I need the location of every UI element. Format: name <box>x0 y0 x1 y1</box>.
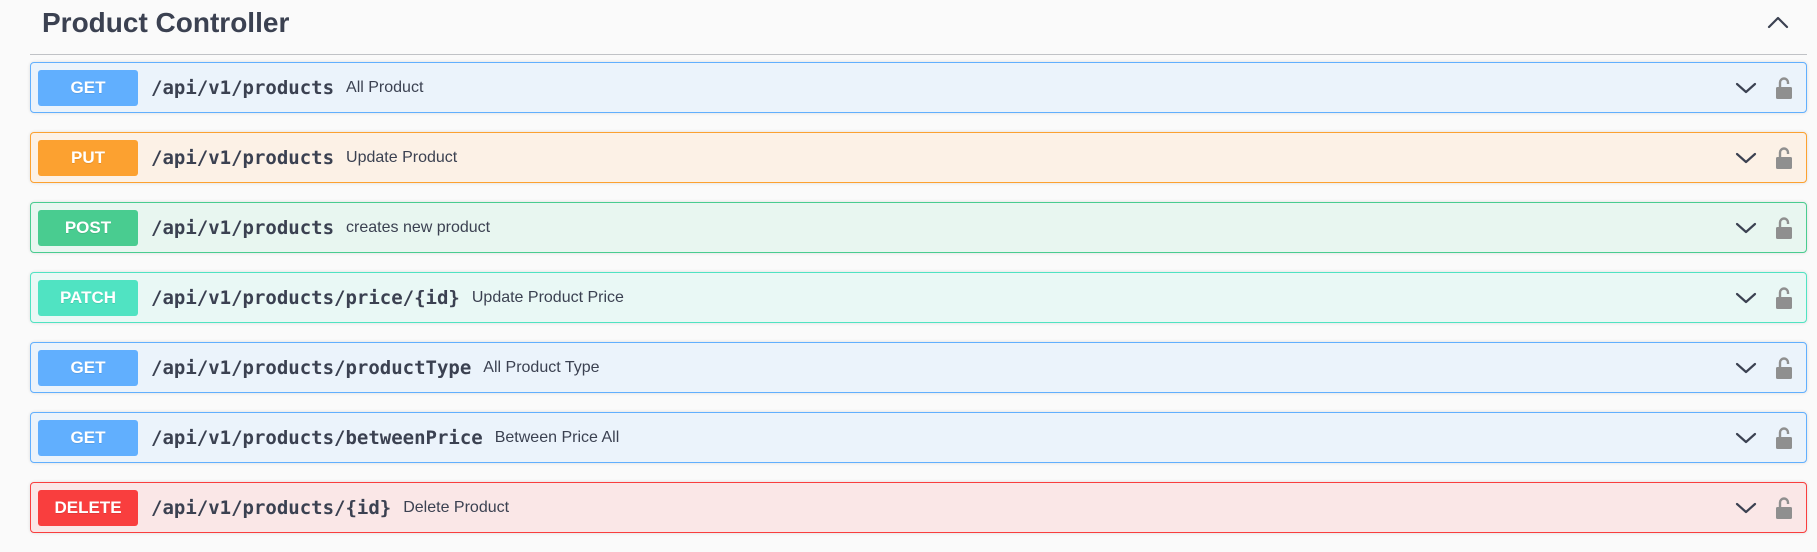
operation-post-products[interactable]: POST /api/v1/products creates new produc… <box>30 202 1807 253</box>
method-badge: POST <box>38 209 138 246</box>
operation-summary: creates new product <box>346 218 491 236</box>
unlocked-padlock-icon[interactable] <box>1772 74 1796 102</box>
chevron-down-icon[interactable] <box>1732 354 1760 382</box>
method-badge: GET <box>38 419 138 456</box>
method-badge: GET <box>38 69 138 106</box>
operation-patch-product-price[interactable]: PATCH /api/v1/products/price/{id} Update… <box>30 272 1807 323</box>
operation-path: /api/v1/products <box>151 216 335 239</box>
unlocked-padlock-icon[interactable] <box>1772 214 1796 242</box>
method-badge: GET <box>38 349 138 386</box>
unlocked-padlock-icon[interactable] <box>1772 494 1796 522</box>
operations-list: GET /api/v1/products All Product PUT /ap… <box>30 55 1807 533</box>
chevron-down-icon[interactable] <box>1732 284 1760 312</box>
operation-get-between-price[interactable]: GET /api/v1/products/betweenPrice Betwee… <box>30 412 1807 463</box>
method-badge: PATCH <box>38 279 138 316</box>
unlocked-padlock-icon[interactable] <box>1772 144 1796 172</box>
operation-path: /api/v1/products/price/{id} <box>151 286 460 309</box>
unlocked-padlock-icon[interactable] <box>1772 424 1796 452</box>
operation-put-products[interactable]: PUT /api/v1/products Update Product <box>30 132 1807 183</box>
operation-summary: All Product <box>346 78 424 96</box>
chevron-down-icon[interactable] <box>1732 214 1760 242</box>
operation-summary: Between Price All <box>494 428 620 446</box>
unlocked-padlock-icon[interactable] <box>1772 354 1796 382</box>
operation-summary: All Product Type <box>483 358 600 376</box>
operation-get-product-type[interactable]: GET /api/v1/products/productType All Pro… <box>30 342 1807 393</box>
operation-summary: Delete Product <box>403 498 510 516</box>
chevron-down-icon[interactable] <box>1732 144 1760 172</box>
chevron-down-icon[interactable] <box>1732 74 1760 102</box>
operation-path: /api/v1/products <box>151 76 335 99</box>
unlocked-padlock-icon[interactable] <box>1772 284 1796 312</box>
method-badge: DELETE <box>38 489 138 526</box>
section-title: Product Controller <box>42 7 290 38</box>
chevron-down-icon[interactable] <box>1732 494 1760 522</box>
operation-path: /api/v1/products/productType <box>151 356 472 379</box>
operation-path: /api/v1/products/{id} <box>151 496 392 519</box>
operation-summary: Update Product Price <box>471 288 624 306</box>
operation-path: /api/v1/products/betweenPrice <box>151 426 483 449</box>
operation-delete-product[interactable]: DELETE /api/v1/products/{id} Delete Prod… <box>30 482 1807 533</box>
section-header[interactable]: Product Controller <box>30 0 1807 55</box>
chevron-up-icon[interactable] <box>1763 7 1793 37</box>
operation-get-products[interactable]: GET /api/v1/products All Product <box>30 62 1807 113</box>
operation-path: /api/v1/products <box>151 146 335 169</box>
method-badge: PUT <box>38 139 138 176</box>
operation-summary: Update Product <box>346 148 458 166</box>
product-controller-section: Product Controller GET /api/v1/products … <box>30 0 1807 552</box>
chevron-down-icon[interactable] <box>1732 424 1760 452</box>
